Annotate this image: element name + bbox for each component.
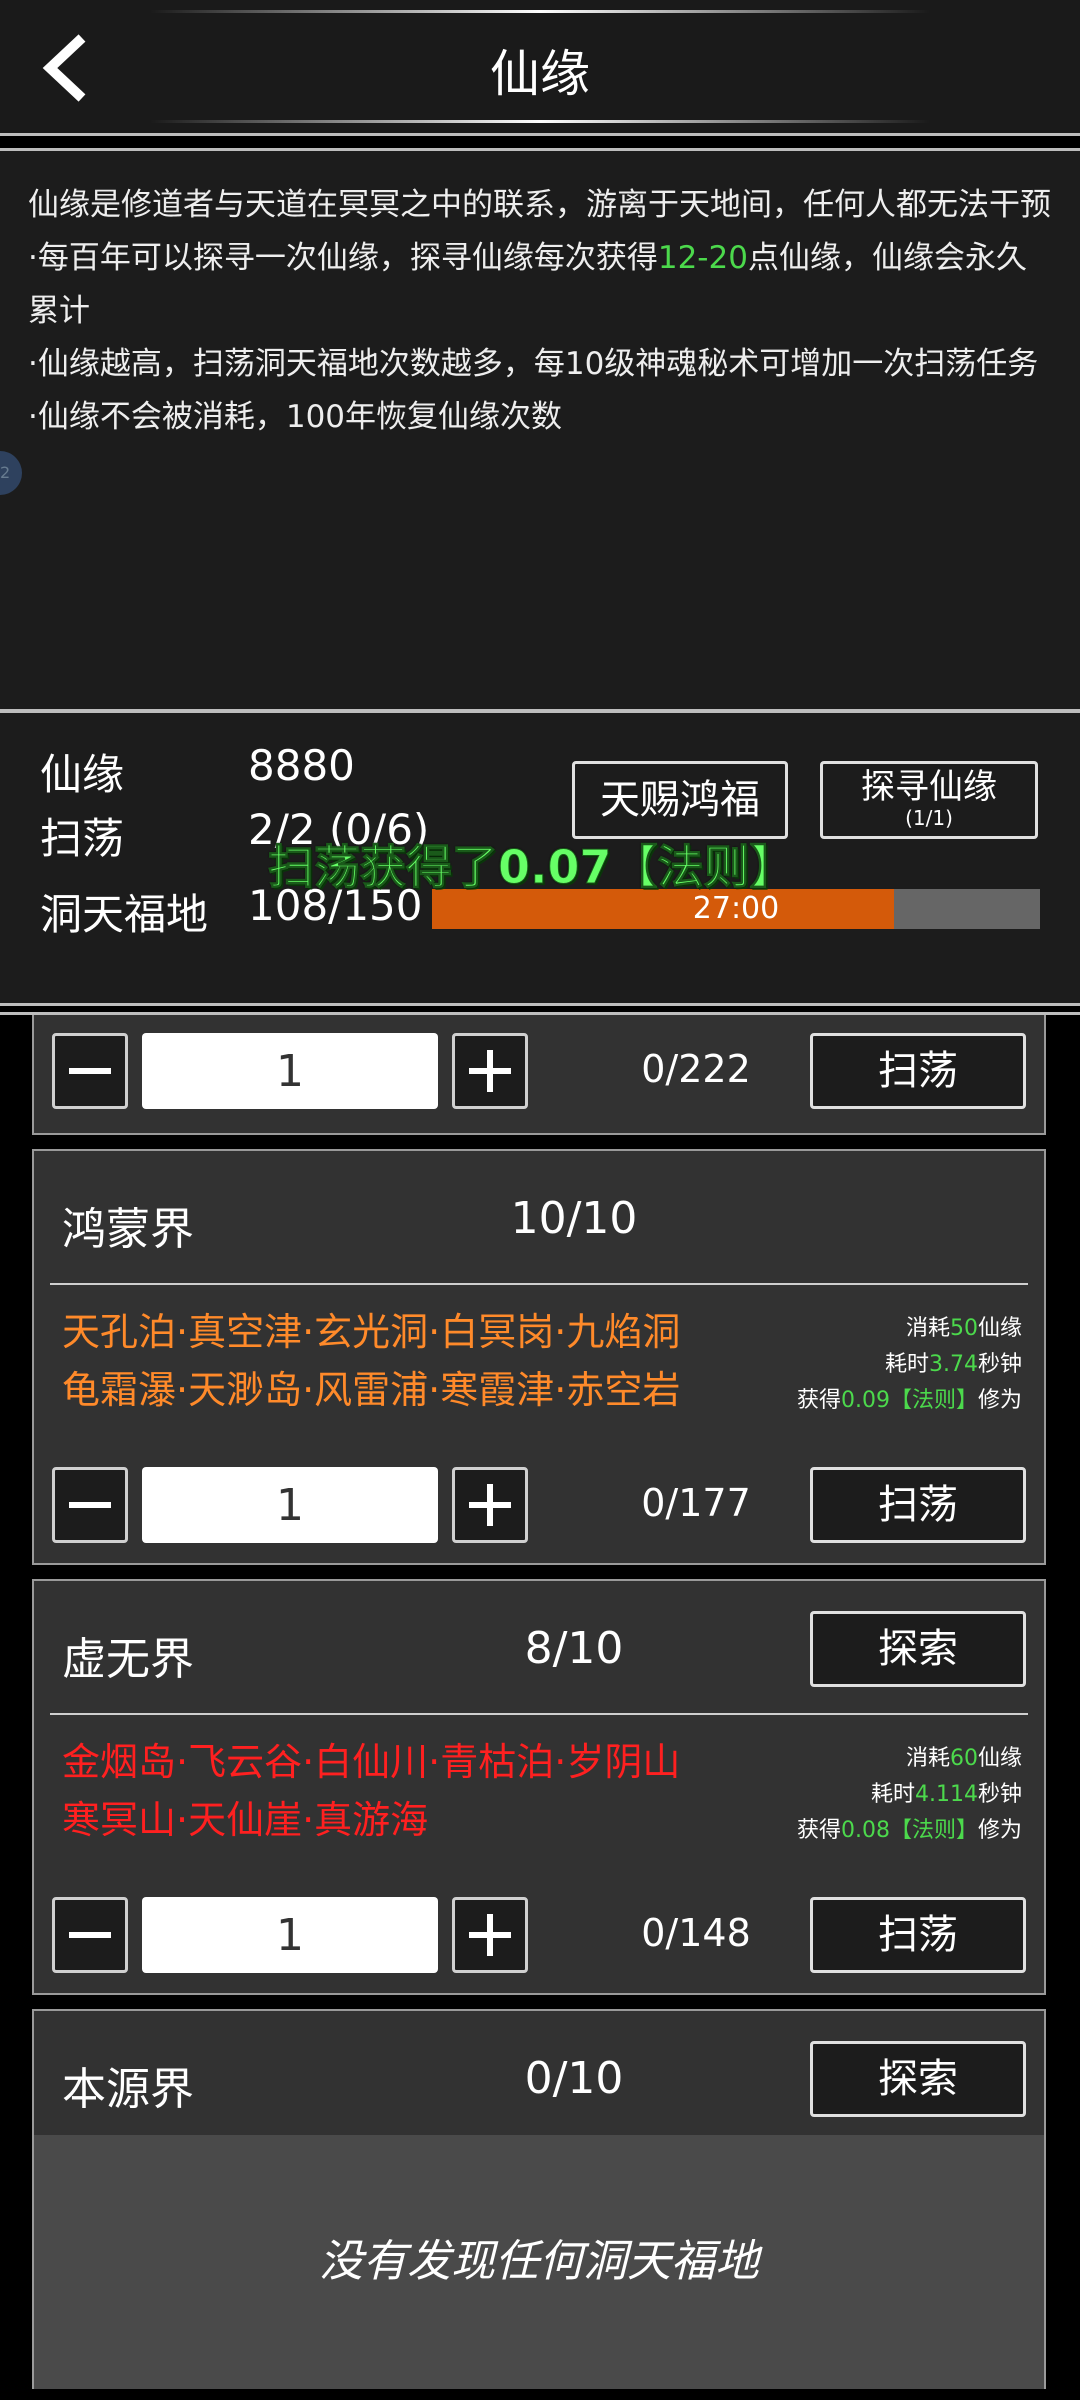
description-panel: 22 仙缘是修道者与天道在冥冥之中的联系，游离于天地间，任何人都无法干预 ·每百…	[0, 148, 1080, 712]
realm-name: 本源界	[62, 2064, 194, 2115]
quantity-input[interactable]	[142, 1033, 438, 1109]
realm-count: 10/10	[510, 1193, 638, 1244]
xianyuan-label: 仙缘	[40, 750, 125, 799]
header-bottom-line	[150, 120, 930, 123]
realm-places: 金烟岛·飞云谷·白仙川·青枯泊·岁阴山 寒冥山·天仙崖·真游海	[62, 1733, 680, 1849]
header-top-line	[150, 10, 930, 13]
gain-line: 获得0.08【法则】修为	[797, 1813, 1022, 1849]
dongtian-label: 洞天福地	[40, 890, 209, 939]
seek-button-count: (1/1)	[905, 806, 953, 830]
desc-line-2: ·每百年可以探寻一次仙缘，探寻仙缘每次获得12-20点仙缘，仙缘会永久累计	[0, 232, 1080, 338]
realm-count: 8/10	[524, 1623, 624, 1674]
increment-button[interactable]	[452, 1033, 528, 1109]
cost-post: 仙缘	[977, 1746, 1022, 1771]
seek-xianyuan-button[interactable]: 探寻仙缘 (1/1)	[820, 761, 1038, 839]
realm-info: 消耗50仙缘 耗时3.74秒钟 获得0.09【法则】修为	[797, 1311, 1022, 1419]
places-line-2: 寒冥山·天仙崖·真游海	[62, 1798, 429, 1842]
plus-icon	[469, 1914, 511, 1956]
time-post: 秒钟	[977, 1782, 1022, 1807]
cost-line: 消耗50仙缘	[797, 1311, 1022, 1347]
page-title: 仙缘	[490, 45, 590, 103]
time-value: 3.74	[929, 1352, 978, 1377]
seek-button-label: 探寻仙缘	[861, 767, 997, 807]
sweep-button[interactable]: 扫荡	[810, 1033, 1026, 1109]
header-bar: 仙缘	[0, 0, 1080, 136]
floating-badge[interactable]: 22	[0, 451, 22, 495]
empty-state-message: 没有发现任何洞天福地	[34, 2135, 1044, 2389]
realm-places: 天孔泊·真空津·玄光洞·白冥岗·九焰洞 龟霜瀑·天渺岛·风雷浦·寒霞津·赤空岩	[62, 1303, 680, 1419]
plus-icon	[469, 1484, 511, 1526]
decrement-button[interactable]	[52, 1897, 128, 1973]
increment-button[interactable]	[452, 1467, 528, 1543]
places-line-1: 天孔泊·真空津·玄光洞·白冥岗·九焰洞	[62, 1310, 681, 1354]
realm-progress: 0/177	[641, 1481, 751, 1525]
gain-value: 0.09【法则】	[840, 1388, 978, 1413]
desc-line-1: 仙缘是修道者与天道在冥冥之中的联系，游离于天地间，任何人都无法干预	[28, 187, 1051, 223]
time-line: 耗时4.114秒钟	[797, 1777, 1022, 1813]
explore-button[interactable]: 探索	[810, 1611, 1026, 1687]
realm-name: 鸿蒙界	[62, 1204, 194, 1255]
quantity-input[interactable]	[142, 1467, 438, 1543]
sweep-button[interactable]: 扫荡	[810, 1467, 1026, 1543]
realm-info: 消耗60仙缘 耗时4.114秒钟 获得0.08【法则】修为	[797, 1741, 1022, 1849]
plus-icon	[469, 1050, 511, 1092]
cost-line: 消耗60仙缘	[797, 1741, 1022, 1777]
minus-icon	[69, 1932, 111, 1938]
realm-card-xuwu: 虚无界 8/10 探索 金烟岛·飞云谷·白仙川·青枯泊·岁阴山 寒冥山·天仙崖·…	[32, 1579, 1046, 1995]
gain-post: 修为	[977, 1818, 1022, 1843]
xianyuan-value: 8880	[248, 741, 355, 790]
realm-count: 0/10	[524, 2053, 624, 2104]
time-value: 4.114	[915, 1782, 978, 1807]
realm-card-hongmeng: 鸿蒙界 10/10 天孔泊·真空津·玄光洞·白冥岗·九焰洞 龟霜瀑·天渺岛·风雷…	[32, 1149, 1046, 1565]
time-line: 耗时3.74秒钟	[797, 1347, 1022, 1383]
bless-button[interactable]: 天赐鸿福	[572, 761, 788, 839]
minus-icon	[69, 1068, 111, 1074]
cost-pre: 消耗	[905, 1316, 950, 1341]
gain-value: 0.08【法则】	[840, 1818, 978, 1843]
sweep-button[interactable]: 扫荡	[810, 1897, 1026, 1973]
sweep-reward-toast: 扫荡获得了0.07【法则】	[268, 840, 796, 895]
minus-icon	[69, 1502, 111, 1508]
desc-line-2-pre: ·每百年可以探寻一次仙缘，探寻仙缘每次获得	[28, 240, 658, 276]
explore-button[interactable]: 探索	[810, 2041, 1026, 2117]
desc-line-4: ·仙缘不会被消耗，100年恢复仙缘次数	[28, 399, 563, 435]
realm-divider	[50, 1713, 1028, 1715]
desc-line-3: ·仙缘越高，扫荡洞天福地次数越多，每10级神魂秘术可增加一次扫荡任务	[28, 346, 1039, 382]
increment-button[interactable]	[452, 1897, 528, 1973]
realm-divider	[50, 1283, 1028, 1285]
cost-value: 60	[949, 1746, 978, 1771]
time-pre: 耗时	[884, 1352, 929, 1377]
realm-list[interactable]: 0/222 扫荡 鸿蒙界 10/10 天孔泊·真空津·玄光洞·白冥岗·九焰洞 龟…	[0, 1012, 1080, 2400]
realm-name: 虚无界	[62, 1634, 194, 1685]
gain-pre: 获得	[796, 1818, 841, 1843]
cost-post: 仙缘	[977, 1316, 1022, 1341]
cost-pre: 消耗	[905, 1746, 950, 1771]
stats-panel: 仙缘 8880 扫荡 2/2 (0/6) 洞天福地 108/150 天赐鸿福 探…	[0, 710, 1080, 1006]
sweep-label: 扫荡	[40, 814, 125, 863]
gain-pre: 获得	[796, 1388, 841, 1413]
desc-range: 12-20	[657, 240, 748, 276]
decrement-button[interactable]	[52, 1467, 128, 1543]
decrement-button[interactable]	[52, 1033, 128, 1109]
places-line-1: 金烟岛·飞云谷·白仙川·青枯泊·岁阴山	[62, 1740, 681, 1784]
realm-card-partial: 0/222 扫荡	[32, 1015, 1046, 1135]
cost-value: 50	[949, 1316, 978, 1341]
gain-post: 修为	[977, 1388, 1022, 1413]
time-pre: 耗时	[870, 1782, 915, 1807]
realm-card-benyuan: 本源界 0/10 探索 没有发现任何洞天福地	[32, 2009, 1046, 2389]
realm-progress: 0/148	[641, 1911, 751, 1955]
realm-progress: 0/222	[641, 1047, 751, 1091]
quantity-input[interactable]	[142, 1897, 438, 1973]
gain-line: 获得0.09【法则】修为	[797, 1383, 1022, 1419]
time-post: 秒钟	[977, 1352, 1022, 1377]
places-line-2: 龟霜瀑·天渺岛·风雷浦·寒霞津·赤空岩	[62, 1368, 681, 1412]
